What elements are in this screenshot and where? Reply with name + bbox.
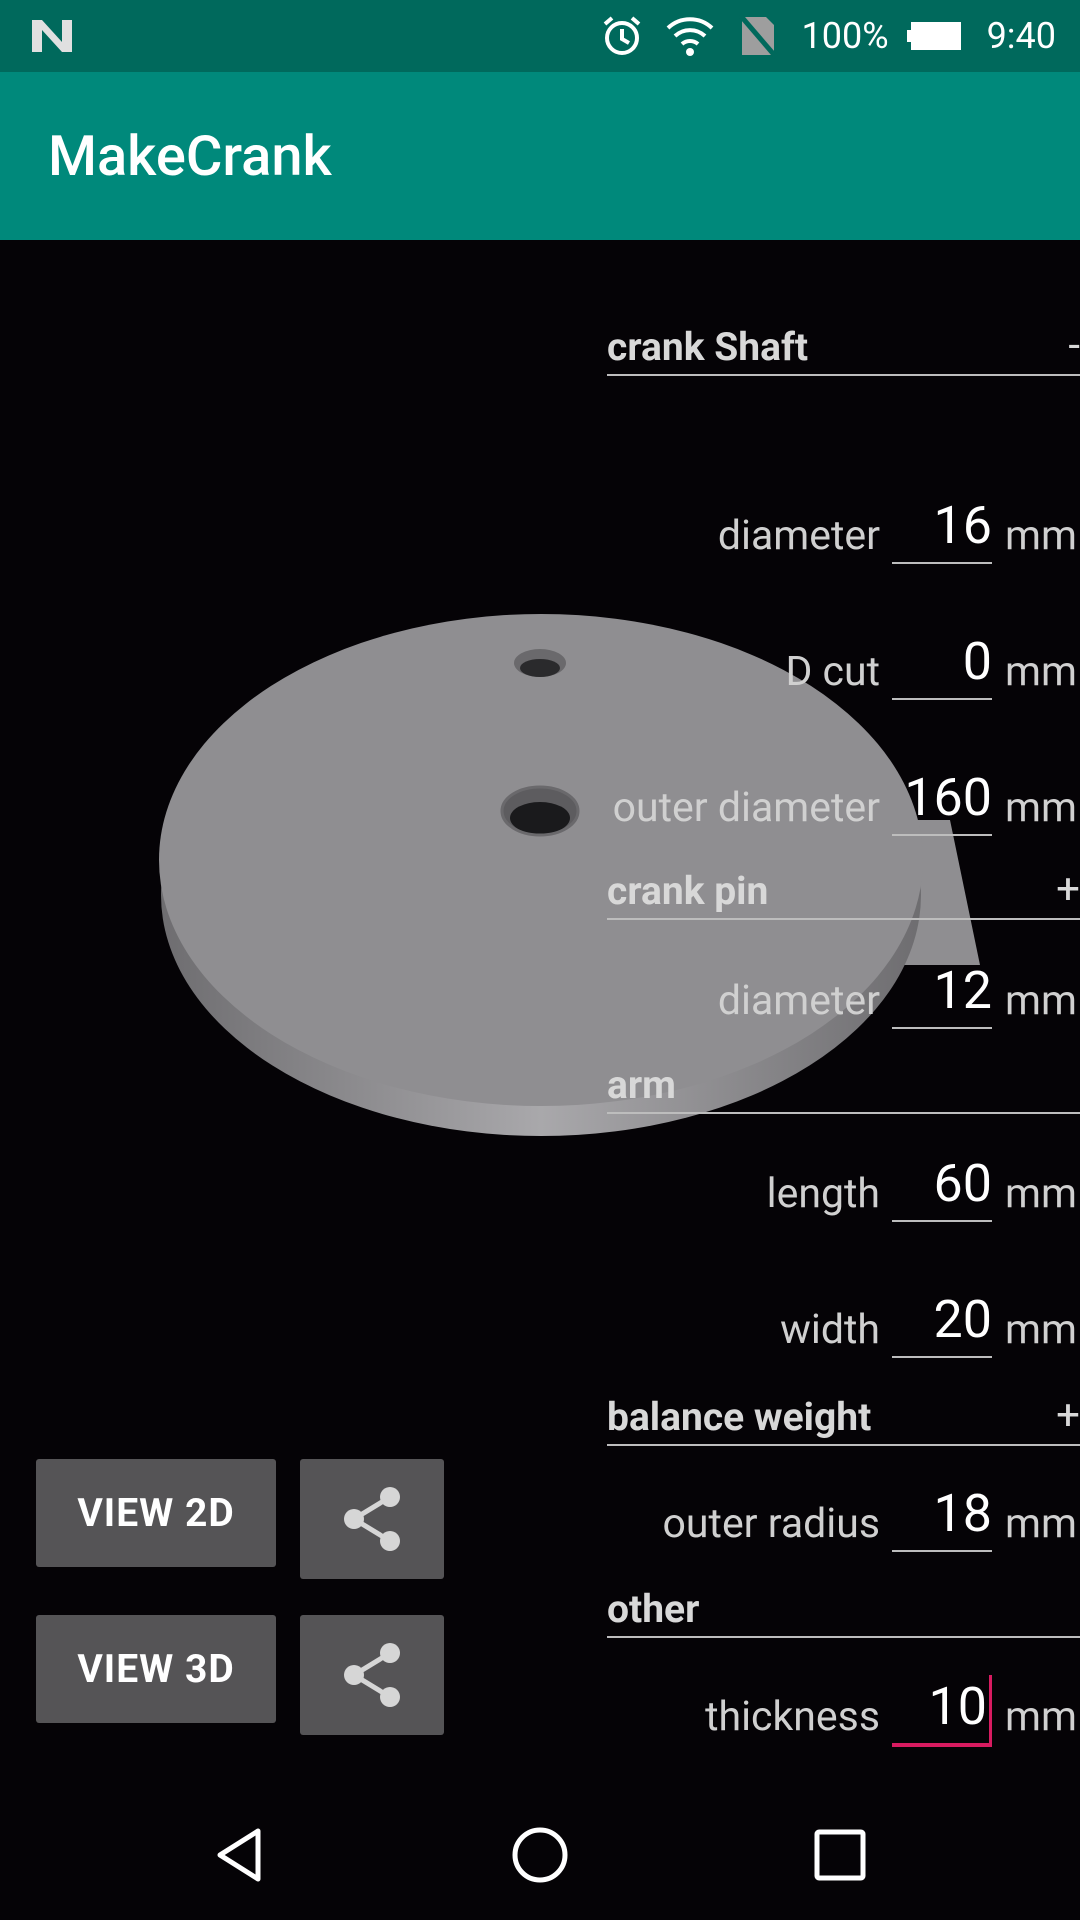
section-label: crank Shaft (607, 324, 809, 370)
field-label: D cut (785, 648, 880, 696)
field-unit: mm (1005, 977, 1077, 1025)
share-icon (344, 1487, 400, 1551)
pin-diameter-input[interactable]: 12 (892, 955, 992, 1029)
share-2d-button[interactable] (300, 1459, 444, 1579)
thickness-value: 10 (928, 1676, 987, 1737)
n-logo-icon (32, 20, 72, 52)
battery-icon (905, 10, 969, 62)
outer-radius-input[interactable]: 18 (892, 1478, 992, 1552)
row-arm-length: length 60 mm (0, 1148, 1080, 1248)
back-button[interactable] (175, 1790, 305, 1920)
battery-percent: 100% (801, 15, 889, 57)
collapse-toggle[interactable]: - (1068, 321, 1080, 370)
clock-time: 9:40 (986, 15, 1056, 57)
navigation-bar (0, 1790, 1080, 1920)
view-3d-button[interactable]: VIEW 3D (36, 1615, 276, 1723)
section-crank-shaft[interactable]: crank Shaft - (607, 321, 1080, 376)
home-button[interactable] (475, 1790, 605, 1920)
share-3d-button[interactable] (300, 1615, 444, 1735)
field-label: width (780, 1306, 880, 1354)
section-arm[interactable]: arm (607, 1048, 1080, 1114)
field-unit: mm (1005, 1693, 1077, 1741)
app-title: MakeCrank (48, 123, 332, 189)
field-label: diameter (717, 512, 880, 560)
alarm-icon (596, 10, 648, 62)
expand-toggle[interactable]: + (1056, 865, 1080, 914)
field-label: outer diameter (612, 784, 880, 832)
field-label: diameter (717, 977, 880, 1025)
section-label: crank pin (607, 868, 769, 914)
recents-icon (814, 1829, 866, 1881)
home-icon (512, 1827, 568, 1883)
field-unit: mm (1005, 1306, 1077, 1354)
field-unit: mm (1005, 648, 1077, 696)
recents-button[interactable] (775, 1790, 905, 1920)
arm-width-input[interactable]: 20 (892, 1284, 992, 1358)
view-2d-button[interactable]: VIEW 2D (36, 1459, 276, 1567)
section-crank-pin[interactable]: crank pin + (607, 858, 1080, 920)
field-label: outer radius (662, 1500, 880, 1548)
thickness-input[interactable]: 10 (892, 1671, 992, 1747)
arm-length-input[interactable]: 60 (892, 1148, 992, 1222)
no-sim-icon (732, 10, 784, 62)
main-canvas: crank Shaft - diameter 16 mm D cut 0 mm … (0, 240, 1080, 1790)
status-bar: 100% 9:40 (0, 0, 1080, 72)
shaft-diameter-input[interactable]: 16 (892, 490, 992, 564)
row-outer-diameter: outer diameter 160 mm (0, 762, 1080, 862)
row-pin-diameter: diameter 12 mm (0, 955, 1080, 1055)
field-unit: mm (1005, 784, 1077, 832)
share-icon (344, 1643, 400, 1707)
d-cut-input[interactable]: 0 (892, 626, 992, 700)
field-label: length (766, 1170, 880, 1218)
section-balance-weight[interactable]: balance weight + (607, 1380, 1080, 1446)
wifi-icon (664, 10, 716, 62)
section-label: other (607, 1586, 700, 1632)
section-other[interactable]: other (607, 1572, 1080, 1638)
row-arm-width: width 20 mm (0, 1284, 1080, 1384)
section-label: arm (607, 1062, 676, 1108)
field-unit: mm (1005, 1500, 1077, 1548)
row-d-cut: D cut 0 mm (0, 626, 1080, 726)
text-cursor (989, 1675, 992, 1746)
expand-toggle[interactable]: + (1056, 1391, 1080, 1440)
row-shaft-diameter: diameter 16 mm (0, 490, 1080, 590)
back-icon (217, 1828, 261, 1882)
app-bar: MakeCrank (0, 72, 1080, 240)
outer-diameter-input[interactable]: 160 (892, 762, 992, 836)
field-unit: mm (1005, 1170, 1077, 1218)
field-unit: mm (1005, 512, 1077, 560)
field-label: thickness (705, 1693, 880, 1741)
section-label: balance weight (607, 1394, 872, 1440)
